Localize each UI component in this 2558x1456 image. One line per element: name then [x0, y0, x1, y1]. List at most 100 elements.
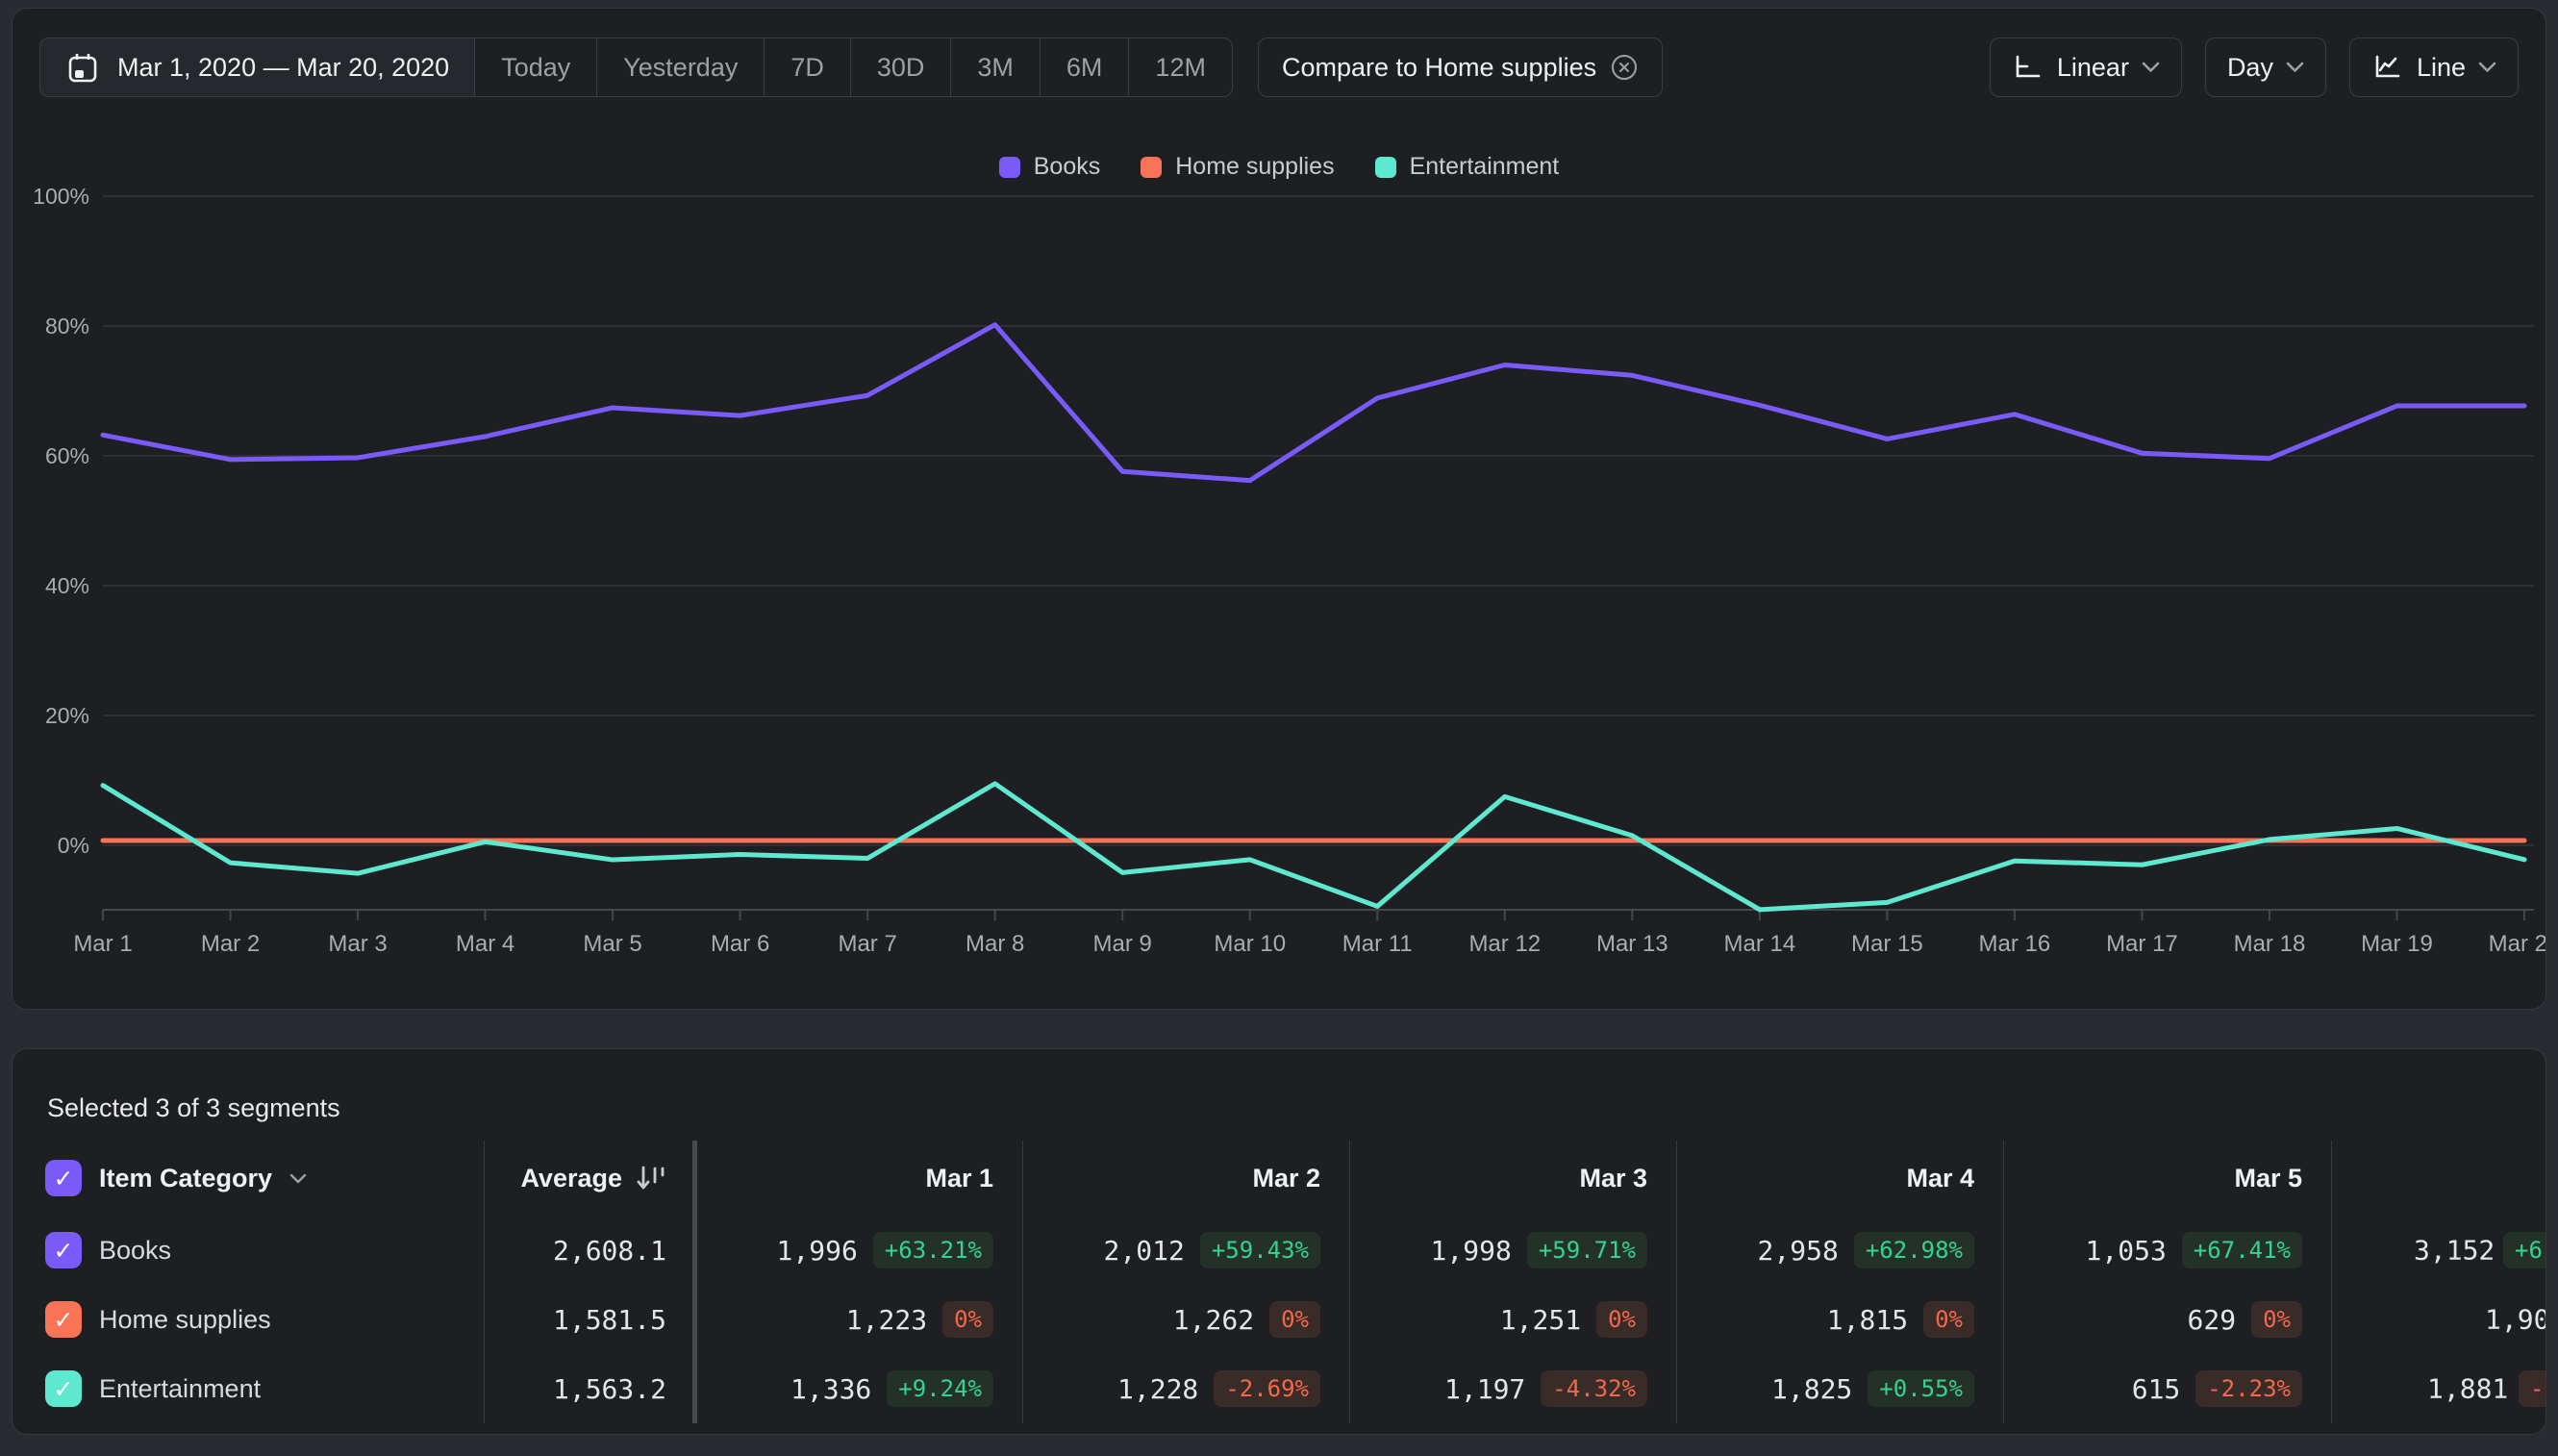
- change-badge: 0%: [1923, 1301, 1974, 1338]
- category-label: Entertainment: [99, 1374, 261, 1404]
- legend-swatch-icon: [999, 157, 1020, 178]
- value-cell-entertainment-mar-2: 1,228-2.69%: [1022, 1354, 1349, 1423]
- x-axis-label: Mar 13: [1596, 931, 1668, 957]
- preset-3m[interactable]: 3M: [950, 38, 1040, 96]
- preset-7d[interactable]: 7D: [764, 38, 850, 96]
- preset-yesterday[interactable]: Yesterday: [596, 38, 764, 96]
- y-axis-label: 60%: [45, 443, 89, 468]
- y-axis-label: 80%: [45, 314, 89, 339]
- cell-value: 1,197: [1444, 1373, 1525, 1405]
- value-cell-books-clipped: 3,152+6: [2331, 1216, 2546, 1285]
- value-cell-home-supplies-clipped: 1,90: [2331, 1285, 2546, 1354]
- day-header-label: Mar 1: [925, 1164, 993, 1193]
- y-axis-label: 100%: [33, 184, 89, 209]
- change-badge: +59.71%: [1527, 1232, 1647, 1268]
- date-range-button[interactable]: Mar 1, 2020 — Mar 20, 2020: [40, 38, 474, 96]
- chart-card: Mar 1, 2020 — Mar 20, 2020 TodayYesterda…: [12, 8, 2546, 1010]
- chart-type-label: Line: [2417, 53, 2466, 83]
- change-badge: 0%: [2251, 1301, 2302, 1338]
- y-axis-label: 40%: [45, 573, 89, 598]
- cell-value: 1,815: [1827, 1304, 1908, 1336]
- category-label: Home supplies: [99, 1305, 271, 1335]
- item-category-header[interactable]: ✓Item Category: [13, 1141, 484, 1216]
- toolbar: Mar 1, 2020 — Mar 20, 2020 TodayYesterda…: [39, 38, 2519, 97]
- change-badge: +0.55%: [1868, 1370, 1974, 1407]
- change-badge: +62.98%: [1854, 1232, 1974, 1268]
- x-axis-label: Mar 7: [838, 931, 896, 957]
- series-line-entertainment: [103, 784, 2524, 910]
- cell-value: 615: [2132, 1373, 2181, 1405]
- legend-item-entertainment[interactable]: Entertainment: [1375, 153, 1560, 181]
- select-all-checkbox[interactable]: ✓: [45, 1160, 82, 1196]
- granularity-label: Day: [2227, 53, 2273, 83]
- preset-12m[interactable]: 12M: [1128, 38, 1232, 96]
- value-cell-books-mar-1: 1,996 +63.21%: [692, 1216, 1022, 1285]
- change-badge: +63.21%: [873, 1232, 993, 1268]
- average-cell-entertainment: 1,563.2: [484, 1354, 692, 1423]
- row-checkbox-home-supplies[interactable]: ✓: [45, 1301, 82, 1338]
- sort-descending-icon[interactable]: [636, 1164, 666, 1192]
- day-header-label: Mar 4: [1906, 1164, 1974, 1193]
- x-axis-label: Mar 10: [1214, 931, 1286, 957]
- row-checkbox-books[interactable]: ✓: [45, 1232, 82, 1268]
- check-icon: ✓: [54, 1237, 74, 1265]
- scale-select[interactable]: Linear: [1990, 38, 2182, 97]
- day-header-mar-5: Mar 5: [2003, 1141, 2331, 1216]
- chevron-down-icon: [2286, 62, 2304, 73]
- x-axis-label: Mar 11: [1342, 931, 1413, 957]
- legend-item-books[interactable]: Books: [999, 153, 1100, 181]
- value-cell-home-supplies-mar-1: 1,2230%: [692, 1285, 1022, 1354]
- granularity-select[interactable]: Day: [2205, 38, 2326, 97]
- average-cell-books: 2,608.1: [484, 1216, 692, 1285]
- cell-value: 1,998: [1431, 1235, 1512, 1267]
- change-badge: +59.43%: [1200, 1232, 1320, 1268]
- line-chart-icon: [2371, 53, 2404, 82]
- x-axis-label: Mar 17: [2106, 931, 2178, 957]
- day-header-label: Mar 5: [2234, 1164, 2302, 1193]
- x-axis-label: Mar 12: [1468, 931, 1541, 957]
- chart-type-select[interactable]: Line: [2349, 38, 2519, 97]
- row-checkbox-entertainment[interactable]: ✓: [45, 1370, 82, 1407]
- compare-chip[interactable]: Compare to Home supplies: [1258, 38, 1663, 97]
- value-cell-home-supplies-mar-2: 1,2620%: [1022, 1285, 1349, 1354]
- x-axis-label: Mar 2: [201, 931, 260, 957]
- value-cell-books-mar-5: 1,053+67.41%: [2003, 1216, 2331, 1285]
- average-value: 1,581.5: [553, 1304, 666, 1336]
- chevron-down-icon: [2478, 62, 2496, 73]
- line-chart: 0%20%40%60%80%100%Mar 1Mar 2Mar 3Mar 4Ma…: [13, 184, 2546, 982]
- x-axis-label: Mar 5: [583, 931, 641, 957]
- x-axis-label: Mar 19: [2361, 931, 2433, 957]
- cell-value: 1,996: [777, 1235, 858, 1267]
- selected-segments-title: Selected 3 of 3 segments: [47, 1093, 340, 1123]
- cell-value: 1,262: [1173, 1304, 1254, 1336]
- legend-label: Home supplies: [1175, 153, 1334, 181]
- change-badge: 0%: [942, 1301, 993, 1338]
- cell-value: 2,958: [1758, 1235, 1839, 1267]
- average-header[interactable]: Average: [484, 1141, 692, 1216]
- value-cell-books-mar-2: 2,012+59.43%: [1022, 1216, 1349, 1285]
- value-cell-home-supplies-mar-4: 1,815 0%: [1676, 1285, 2003, 1354]
- x-axis-label: Mar 3: [328, 931, 387, 957]
- category-label: Books: [99, 1236, 171, 1266]
- preset-6m[interactable]: 6M: [1040, 38, 1129, 96]
- cell-value: 629: [2188, 1304, 2237, 1336]
- average-cell-home-supplies: 1,581.5: [484, 1285, 692, 1354]
- preset-30d[interactable]: 30D: [850, 38, 951, 96]
- change-badge: -4.32%: [1541, 1370, 1647, 1407]
- x-axis-label: Mar 4: [456, 931, 514, 957]
- change-badge: -2.69%: [1214, 1370, 1320, 1407]
- day-header-clipped: [2331, 1141, 2546, 1216]
- average-label: Average: [520, 1164, 622, 1193]
- series-line-books: [103, 325, 2524, 481]
- x-axis-label: Mar 14: [1723, 931, 1795, 957]
- value-cell-entertainment-mar-1: 1,336+9.24%: [692, 1354, 1022, 1423]
- value-cell-home-supplies-mar-5: 629 0%: [2003, 1285, 2331, 1354]
- x-axis-label: Mar 15: [1851, 931, 1923, 957]
- preset-today[interactable]: Today: [474, 38, 596, 96]
- dismiss-compare-icon[interactable]: [1610, 53, 1639, 82]
- x-axis-label: Mar 20: [2489, 931, 2546, 957]
- cell-value: 1,90: [2485, 1304, 2546, 1336]
- legend-item-home-supplies[interactable]: Home supplies: [1141, 153, 1334, 181]
- x-axis-label: Mar 9: [1093, 931, 1152, 957]
- value-cell-home-supplies-mar-3: 1,2510%: [1349, 1285, 1676, 1354]
